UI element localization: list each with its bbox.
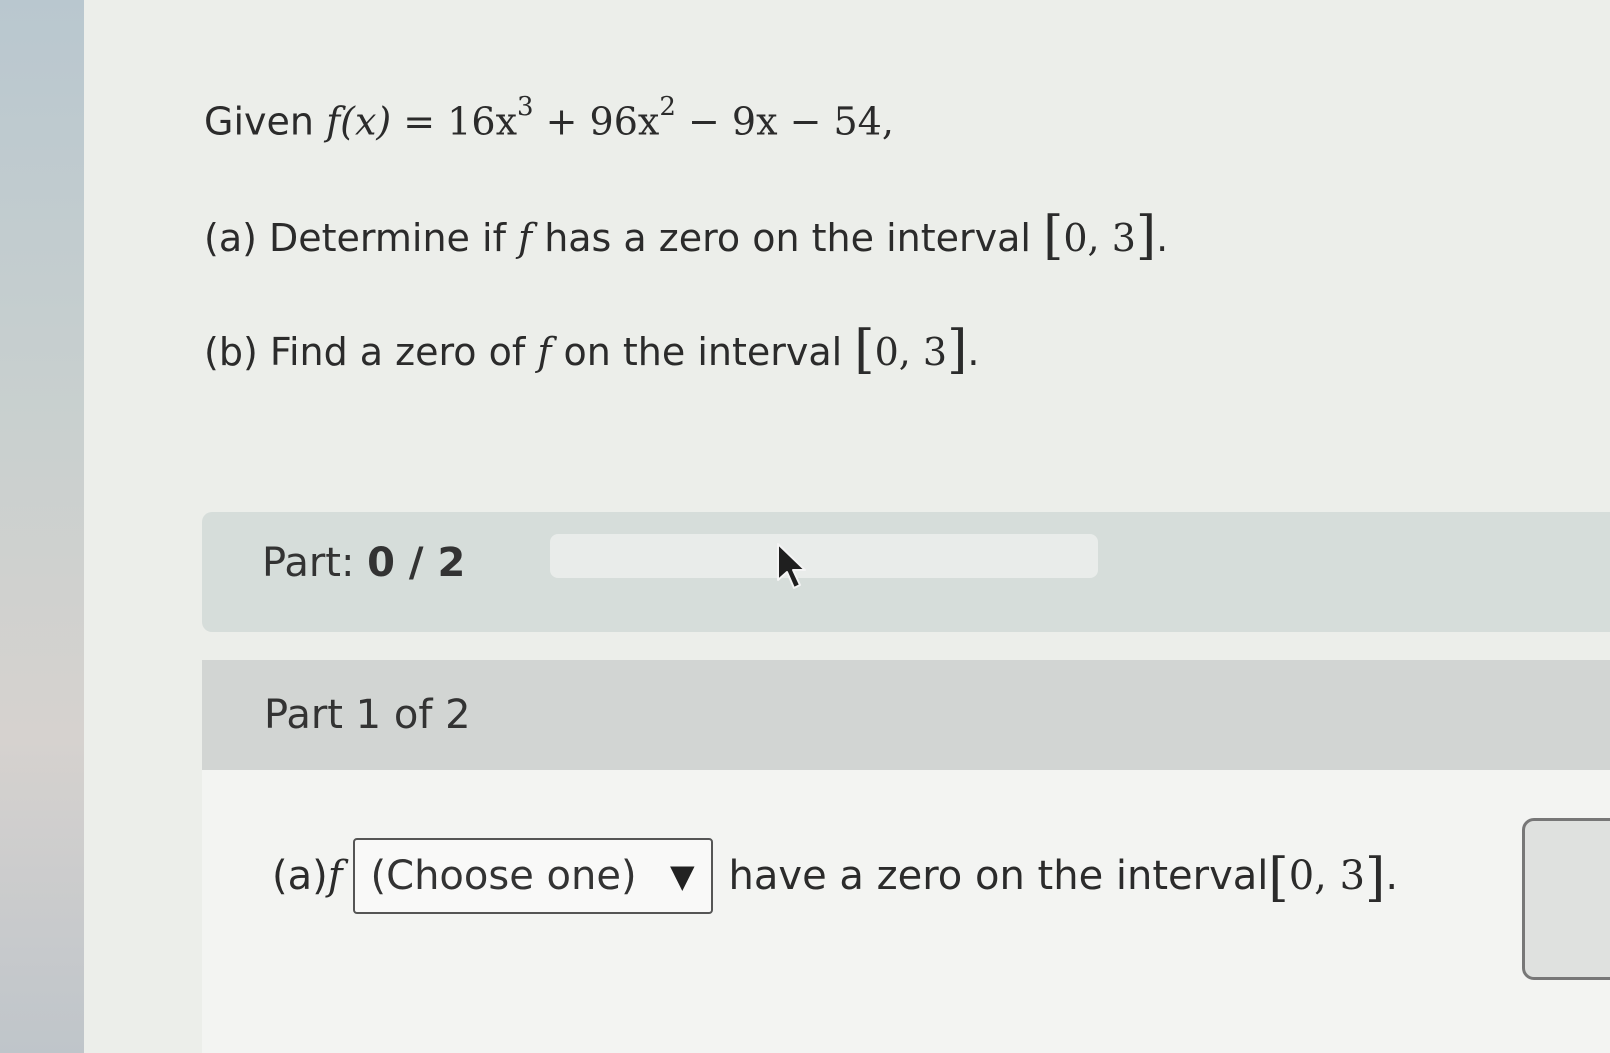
interval-close-bracket: ] bbox=[1135, 206, 1157, 266]
part-a-period: . bbox=[1156, 216, 1169, 260]
answer-suffix: have a zero on the interval bbox=[728, 853, 1269, 899]
part-a-prefix: (a) Determine if bbox=[204, 216, 519, 260]
interval-values: 0, 3 bbox=[874, 330, 948, 374]
monitor-bezel-edge bbox=[0, 0, 84, 1053]
term-2: + 96x bbox=[533, 99, 660, 144]
part-progress-section: Part: 0 / 2 bbox=[202, 512, 1610, 632]
part-header-label: Part 1 of 2 bbox=[264, 692, 471, 738]
choose-one-select[interactable]: (Choose one) ▼ bbox=[352, 838, 713, 914]
side-tool-panel[interactable] bbox=[1522, 818, 1610, 980]
interval-open-bracket: [ bbox=[854, 320, 875, 380]
part-a-middle: has a zero on the interval bbox=[532, 216, 1044, 260]
question-part-a: (a) Determine if f has a zero on the int… bbox=[204, 204, 1169, 266]
part-score-value: 0 / 2 bbox=[367, 540, 466, 586]
interval-open-bracket: [ bbox=[1268, 848, 1289, 908]
part-b-middle: on the interval bbox=[551, 330, 855, 374]
term-3: − 9x − 54, bbox=[675, 99, 894, 144]
mouse-pointer-icon bbox=[777, 543, 806, 589]
answer-prefix: (a) bbox=[272, 853, 328, 899]
answer-period: . bbox=[1385, 853, 1399, 899]
part-a-f: f bbox=[518, 216, 533, 260]
part-score-label: Part: bbox=[262, 540, 368, 586]
part-b-period: . bbox=[967, 330, 980, 374]
select-value: (Choose one) bbox=[370, 853, 637, 899]
part-b-f: f bbox=[537, 330, 552, 374]
answer-line: (a) f (Choose one) ▼ have a zero on the … bbox=[272, 838, 1398, 914]
term-1: 16x bbox=[447, 99, 518, 144]
question-part-b: (b) Find a zero of f on the interval [0,… bbox=[204, 318, 980, 380]
interval-close-bracket: ] bbox=[1365, 848, 1386, 908]
progress-track bbox=[550, 534, 1098, 578]
question-given-line: Given f(x) = 16x3 + 96x2 − 9x − 54, bbox=[204, 92, 894, 144]
interval-open-bracket: [ bbox=[1043, 206, 1064, 266]
part-header: Part 1 of 2 bbox=[202, 660, 1610, 770]
interval-values: 0, 3 bbox=[1288, 853, 1366, 899]
triangle-down-icon: ▼ bbox=[669, 857, 695, 895]
interval-values: 0, 3 bbox=[1063, 216, 1136, 260]
answer-f: f bbox=[327, 853, 343, 899]
function-lhs: f(x) = bbox=[326, 99, 448, 144]
term-1-exponent: 3 bbox=[517, 92, 534, 122]
given-label: Given bbox=[204, 99, 314, 144]
interval-close-bracket: ] bbox=[947, 320, 968, 380]
part-score: Part: 0 / 2 bbox=[262, 540, 465, 586]
part-b-prefix: (b) Find a zero of bbox=[204, 330, 538, 374]
term-2-exponent: 2 bbox=[659, 92, 676, 122]
